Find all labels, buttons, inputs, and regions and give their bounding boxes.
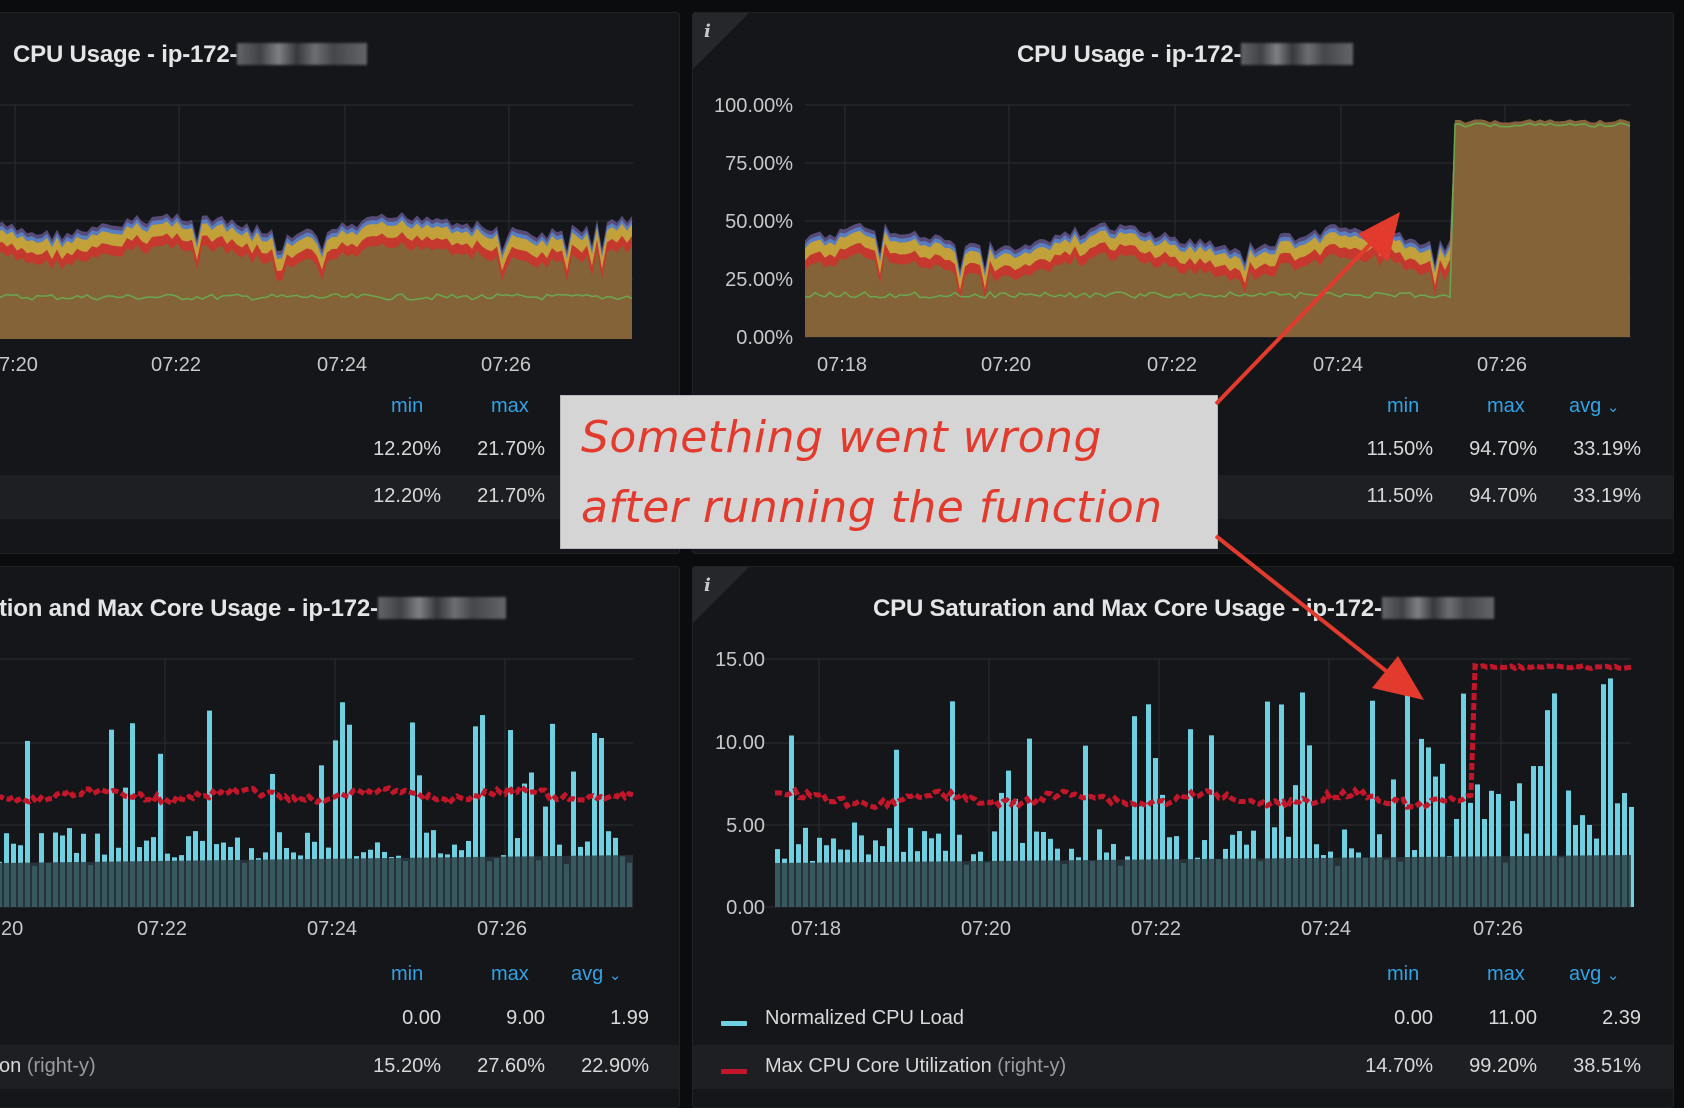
- legend-avg: 33.19%: [1573, 485, 1641, 507]
- y-tick: 0.00: [726, 897, 765, 919]
- annotation-note-box: Something went wrong after running the f…: [560, 395, 1218, 549]
- series-line-max-core: [0, 781, 634, 808]
- x-tick: 07:22: [1147, 354, 1197, 373]
- legend-avg: 38.51%: [1573, 1055, 1641, 1077]
- x-tick: 07:26: [477, 918, 527, 940]
- legend-series-axis: (right-y): [26, 1055, 96, 1077]
- y-tick: 15.00: [715, 649, 765, 671]
- x-tick: 07:18: [817, 354, 867, 373]
- legend-series-label[interactable]: on (right-y): [0, 1055, 96, 1078]
- legend-max: 11.00: [1488, 1007, 1537, 1029]
- annotation-line-2: after running the function: [581, 482, 1163, 533]
- legend-min: 12.20%: [373, 485, 441, 507]
- chevron-down-icon: ⌄: [1606, 967, 1620, 984]
- legend-avg: 2.39: [1602, 1007, 1641, 1029]
- y-tick: 100.00%: [714, 95, 793, 117]
- series-area-green: [805, 119, 1630, 338]
- y-tick: 5.00: [726, 815, 765, 837]
- x-tick: 07:18: [791, 918, 841, 940]
- chevron-down-icon: ⌄: [1606, 399, 1620, 416]
- legend-swatch-red[interactable]: [721, 1069, 747, 1074]
- legend-series-name: on: [0, 1055, 22, 1077]
- legend-header-min[interactable]: min: [1387, 963, 1419, 986]
- series-line-max-core: [774, 662, 1632, 813]
- legend-max: 99.20%: [1469, 1055, 1537, 1077]
- x-tick: 07:26: [1473, 918, 1523, 940]
- legend-header-min[interactable]: min: [391, 395, 423, 418]
- x-tick: 07:26: [481, 354, 531, 373]
- legend-series-name: Max CPU Core Utilization: [765, 1055, 992, 1077]
- y-tick: 75.00%: [725, 153, 793, 175]
- legend-header-min[interactable]: min: [391, 963, 423, 986]
- legend-max: 9.00: [506, 1007, 545, 1029]
- y-tick: 10.00: [715, 732, 765, 754]
- x-tick: 07:20: [981, 354, 1031, 373]
- legend-header-max[interactable]: max: [1487, 395, 1525, 418]
- cpu-saturation-right-graph[interactable]: 15.00 10.00 5.00 0.00 07:18 07:20 07:22 …: [693, 567, 1673, 947]
- y-tick: 0.00%: [736, 327, 793, 349]
- x-tick: 07:22: [137, 918, 187, 940]
- x-tick: 07:22: [1131, 918, 1181, 940]
- x-tick: 07:24: [1313, 354, 1363, 373]
- legend-min: 12.20%: [373, 438, 441, 460]
- x-tick: 07:24: [307, 918, 357, 940]
- legend-header-avg[interactable]: avg ⌄: [571, 963, 621, 986]
- legend-max: 27.60%: [477, 1055, 545, 1077]
- panel-cpu-saturation-left: tion and Max Core Usage - ip-172- 20 07:…: [0, 566, 680, 1108]
- legend-max: 94.70%: [1469, 485, 1537, 507]
- legend-min: 0.00: [1394, 1007, 1433, 1029]
- cpu-usage-left-graph[interactable]: 7:20 07:22 07:24 07:26: [0, 13, 679, 373]
- legend-avg: 1.99: [610, 1007, 649, 1029]
- y-tick: 50.00%: [725, 211, 793, 233]
- legend-header-min[interactable]: min: [1387, 395, 1419, 418]
- x-tick: 20: [1, 918, 23, 940]
- annotation-line-1: Something went wrong: [581, 412, 1102, 463]
- legend-header-avg[interactable]: avg ⌄: [1569, 395, 1619, 418]
- chevron-down-icon: ⌄: [608, 967, 622, 984]
- x-tick: 07:20: [961, 918, 1011, 940]
- legend-header-max[interactable]: max: [1487, 963, 1525, 986]
- legend-swatch-cyan[interactable]: [721, 1021, 747, 1026]
- legend-header-max[interactable]: max: [491, 395, 529, 418]
- legend-min: 0.00: [402, 1007, 441, 1029]
- x-tick: 07:24: [317, 354, 367, 373]
- cpu-usage-right-graph[interactable]: 100.00% 75.00% 50.00% 25.00% 0.00% 07:18…: [693, 13, 1673, 373]
- legend-avg: 22.90%: [581, 1055, 649, 1077]
- x-tick: 7:20: [0, 354, 38, 373]
- legend-min: 15.20%: [373, 1055, 441, 1077]
- legend-series-name: Normalized CPU Load: [765, 1007, 964, 1029]
- panel-cpu-saturation-right: i CPU Saturation and Max Core Usage - ip…: [692, 566, 1674, 1108]
- series-area-load: [0, 855, 633, 907]
- legend-max: 21.70%: [477, 438, 545, 460]
- legend-header-avg-label: avg: [571, 963, 604, 985]
- x-tick: 07:22: [151, 354, 201, 373]
- x-tick: 07:26: [1477, 354, 1527, 373]
- series-area-load: [775, 855, 1631, 907]
- legend-min: 14.70%: [1365, 1055, 1433, 1077]
- legend-header-avg[interactable]: avg ⌄: [1569, 963, 1619, 986]
- legend-series-axis: (right-y): [997, 1055, 1067, 1077]
- legend-min: 11.50%: [1366, 438, 1433, 460]
- legend-series-label[interactable]: Max CPU Core Utilization (right-y): [765, 1055, 1066, 1078]
- legend-min: 11.50%: [1366, 485, 1433, 507]
- legend-header-avg-label: avg: [1569, 395, 1602, 417]
- legend-avg: 33.19%: [1573, 438, 1641, 460]
- cpu-saturation-left-graph[interactable]: 20 07:22 07:24 07:26: [0, 567, 679, 947]
- legend-series-label[interactable]: Normalized CPU Load: [765, 1007, 964, 1030]
- legend-header-max[interactable]: max: [491, 963, 529, 986]
- x-tick: 07:24: [1301, 918, 1351, 940]
- y-tick: 25.00%: [725, 269, 793, 291]
- legend-max: 21.70%: [477, 485, 545, 507]
- legend-header-avg-label: avg: [1569, 963, 1602, 985]
- legend-max: 94.70%: [1469, 438, 1537, 460]
